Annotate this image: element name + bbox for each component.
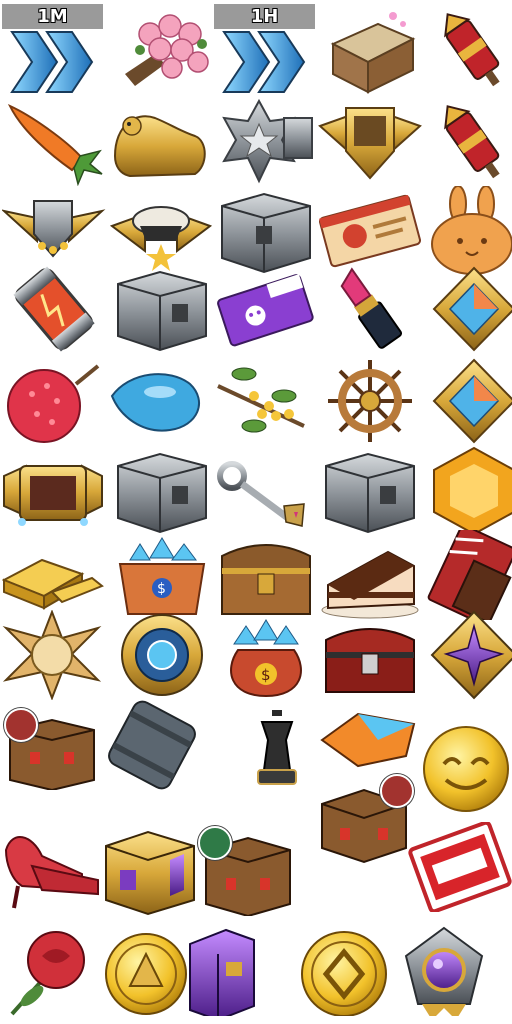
claw-badge-icon [380,774,414,808]
firework-rocket-icon[interactable] [422,96,512,186]
blue-gear-core-icon[interactable] [110,610,214,700]
treasure-map-chest-icon[interactable] [318,4,422,94]
steel-crate-icon[interactable] [110,446,214,536]
blue-gem-box-icon[interactable]: $ [110,530,214,620]
golden-tiger-icon[interactable] [110,96,214,186]
bingo-ticket-icon[interactable] [408,822,512,912]
ship-ticket-icon[interactable] [318,186,422,276]
chocolate-bar-icon[interactable] [422,530,512,620]
speedup-1m-icon[interactable]: 1M [2,4,106,94]
leaf-badge-icon [198,826,232,860]
item-icon-grid: 1M 1H $ $ [0,0,512,1024]
gold-diamond-coin-icon[interactable] [292,926,396,1016]
gold-winged-shield-icon[interactable] [318,96,422,186]
ship-wheel-icon[interactable] [318,356,422,446]
lipstick-icon[interactable] [318,264,422,354]
speedup-label: 1H [214,4,315,29]
winged-shield-stars-icon[interactable] [2,186,106,276]
osmanthus-branch-icon[interactable] [214,356,318,446]
gold-frame-icon[interactable] [2,446,106,536]
red-rose-icon[interactable] [2,926,106,1016]
ornate-key-icon[interactable] [214,446,318,536]
red-heels-icon[interactable] [2,820,106,910]
steel-crate-icon[interactable] [214,186,318,276]
purple-star-gem-icon[interactable] [422,610,512,700]
officer-cap-badge-icon[interactable] [110,186,214,276]
carrot-icon[interactable] [2,96,106,186]
lucky-crate-icon[interactable] [198,826,302,916]
purple-gold-crate-icon[interactable] [98,826,202,916]
steel-crate-icon[interactable] [318,446,422,536]
purple-crate-icon[interactable] [186,926,290,1016]
amber-gem-icon[interactable] [422,446,512,536]
lucky-crate-icon[interactable] [2,700,106,790]
gold-bars-icon[interactable] [2,530,106,620]
steel-crate-icon[interactable] [110,264,214,354]
bunny-cookie-icon[interactable] [422,186,512,276]
silver-star-badge-icon[interactable] [214,96,318,186]
steel-barrel-icon[interactable] [100,700,204,790]
lychee-icon[interactable] [2,356,106,446]
smile-coin-icon[interactable] [414,724,512,814]
prism-gem-icon[interactable] [422,264,512,354]
purple-skull-ticket-icon[interactable] [214,264,318,354]
blue-gem-sack-icon[interactable]: $ [214,610,318,700]
chess-king-icon[interactable] [226,700,330,790]
sun-emblem-icon[interactable] [2,610,106,700]
lucky-crate-icon[interactable] [318,774,422,864]
red-chest-icon[interactable] [318,610,422,700]
energy-capsule-icon[interactable] [2,264,106,354]
firework-rocket-icon[interactable] [422,4,512,94]
purple-orb-emblem-icon[interactable] [392,926,496,1016]
wooden-chest-icon[interactable] [214,530,318,620]
biohazard-badge-icon [4,708,38,742]
svg-text:$: $ [261,666,271,684]
speedup-label: 1M [2,4,103,29]
gold-crest-coin-icon[interactable] [94,926,198,1016]
speedup-1h-icon[interactable]: 1H [214,4,318,94]
prism-gem-icon[interactable] [422,356,512,446]
svg-text:$: $ [157,581,166,597]
water-drop-icon[interactable] [110,356,214,446]
chocolate-cake-icon[interactable] [318,530,422,620]
rose-bouquet-icon[interactable] [110,4,214,94]
